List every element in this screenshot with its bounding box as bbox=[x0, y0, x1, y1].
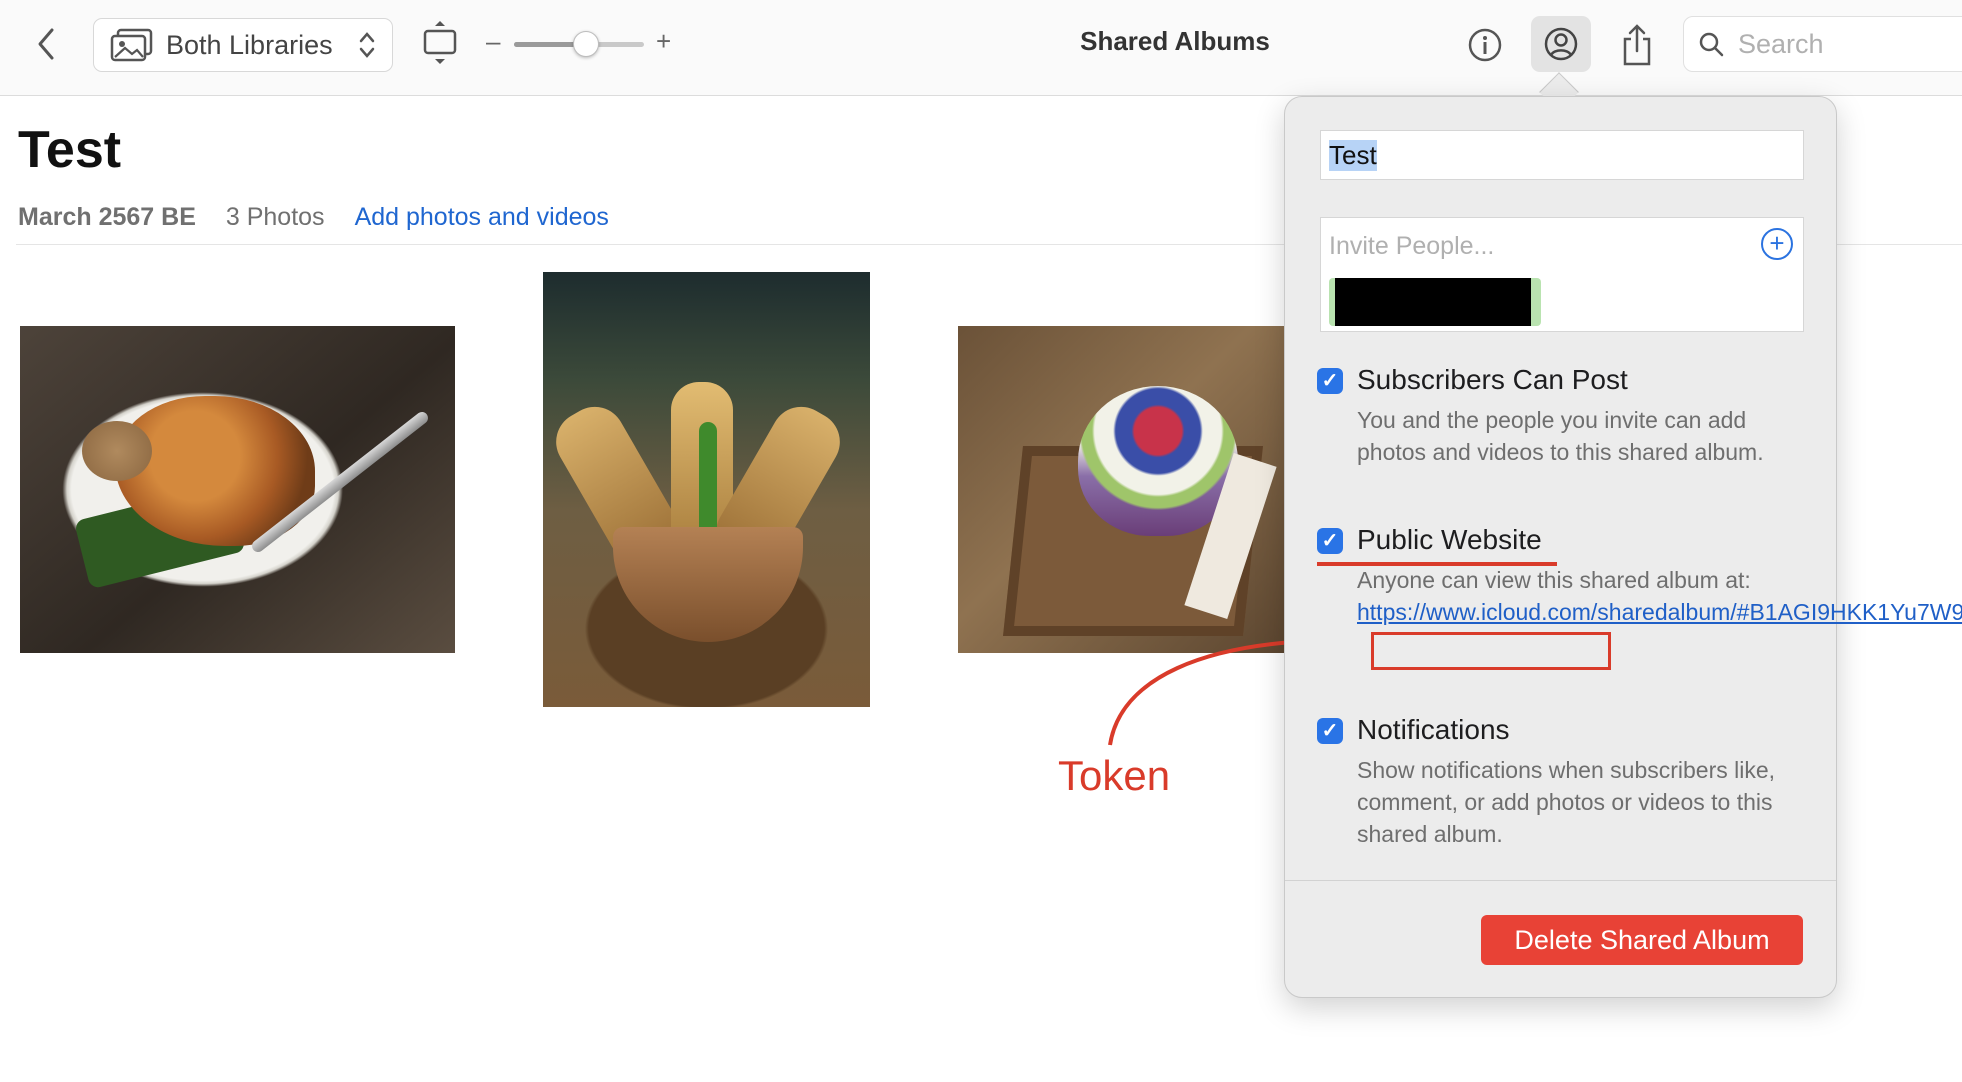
album-date: March 2567 BE bbox=[18, 203, 196, 231]
zoom-slider-knob[interactable] bbox=[572, 31, 599, 57]
public-website-link[interactable]: https://www.icloud.com/sharedalbum/#B1AG… bbox=[1357, 596, 1962, 628]
back-button[interactable] bbox=[28, 24, 64, 64]
option-title: Subscribers Can Post bbox=[1357, 364, 1628, 395]
option-description: Show notifications when subscribers like… bbox=[1357, 757, 1776, 847]
annotation-token-box bbox=[1371, 632, 1611, 670]
photo-thumbnail[interactable] bbox=[958, 326, 1285, 653]
option-description: You and the people you invite can add ph… bbox=[1357, 407, 1764, 465]
library-selector[interactable]: Both Libraries bbox=[93, 18, 393, 72]
annotation-underline bbox=[1317, 562, 1557, 566]
toolbar: Both Libraries – + Shared Albums Search bbox=[0, 0, 1962, 96]
aspect-toggle-button[interactable] bbox=[418, 18, 462, 68]
shared-album-people-button[interactable] bbox=[1531, 16, 1591, 72]
chevron-left-icon bbox=[38, 28, 54, 60]
person-circle-icon bbox=[1544, 27, 1578, 61]
option-description: Anyone can view this shared album at: bbox=[1357, 567, 1751, 593]
redacted-invitee bbox=[1335, 278, 1531, 326]
search-placeholder: Search bbox=[1738, 28, 1824, 59]
album-title: Test bbox=[18, 121, 122, 179]
album-meta: March 2567 BE 3 Photos Add photos and vi… bbox=[18, 203, 609, 232]
zoom-in-button[interactable]: + bbox=[656, 26, 671, 57]
share-icon bbox=[1623, 24, 1651, 66]
option-title: Notifications bbox=[1357, 714, 1510, 745]
annotation-token-label: Token bbox=[1058, 752, 1171, 799]
add-photos-link[interactable]: Add photos and videos bbox=[355, 203, 609, 232]
option-title: Public Website bbox=[1357, 524, 1542, 555]
info-button[interactable] bbox=[1462, 22, 1508, 68]
notifications-checkbox[interactable]: ✓ bbox=[1317, 718, 1343, 744]
album-name-value: Test bbox=[1329, 139, 1377, 171]
share-button[interactable] bbox=[1614, 20, 1660, 70]
aspect-ratio-icon bbox=[423, 21, 457, 64]
window-title: Shared Albums bbox=[1080, 26, 1270, 56]
search-icon bbox=[1699, 32, 1724, 57]
search-field[interactable]: Search bbox=[1683, 16, 1962, 72]
zoom-out-button[interactable]: – bbox=[486, 26, 500, 57]
subscribers-can-post-checkbox[interactable]: ✓ bbox=[1317, 368, 1343, 394]
photo-thumbnail[interactable] bbox=[543, 272, 870, 707]
shared-album-popover: Test Invite People... + ✓ Subscribers Ca… bbox=[1284, 96, 1962, 998]
public-website-checkbox[interactable]: ✓ bbox=[1317, 528, 1343, 554]
zoom-slider[interactable] bbox=[514, 31, 644, 57]
photo-thumbnail[interactable] bbox=[20, 326, 455, 653]
invite-people-field[interactable]: Invite People... + bbox=[1320, 217, 1804, 332]
delete-shared-album-button[interactable]: Delete Shared Album bbox=[1481, 915, 1803, 965]
add-person-icon[interactable]: + bbox=[1761, 228, 1793, 260]
info-icon bbox=[1468, 28, 1502, 62]
album-name-field[interactable]: Test bbox=[1320, 130, 1804, 180]
invite-placeholder: Invite People... bbox=[1329, 232, 1495, 260]
photo-count: 3 Photos bbox=[225, 203, 325, 231]
invitee-chip[interactable] bbox=[1329, 278, 1541, 326]
photo-library-icon bbox=[110, 28, 153, 62]
updown-chevron-icon bbox=[358, 30, 376, 60]
library-selector-label: Both Libraries bbox=[166, 29, 333, 60]
popover-divider bbox=[1285, 880, 1836, 881]
